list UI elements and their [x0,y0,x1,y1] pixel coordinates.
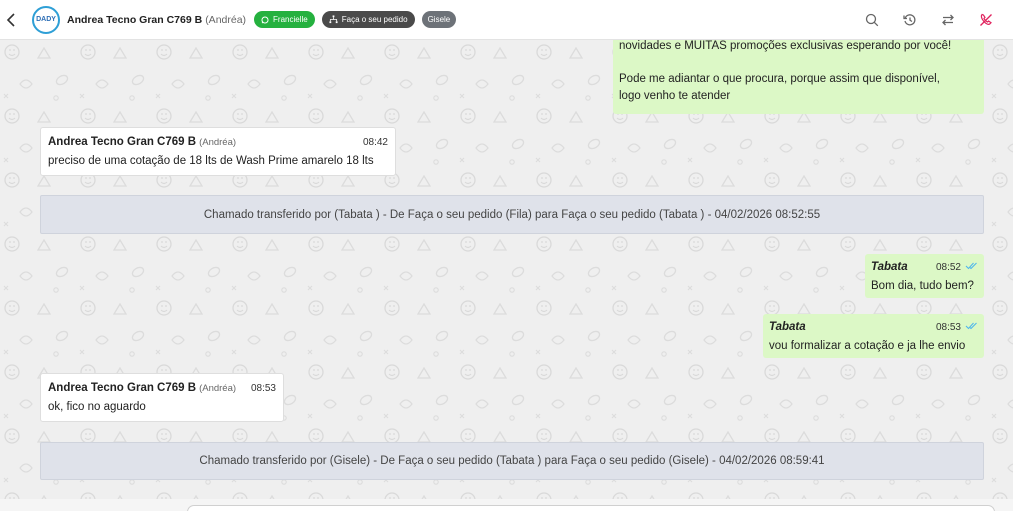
search-icon [865,13,879,27]
message-bubble-incoming[interactable]: Andrea Tecno Gran C769 B (Andréa) 08:42 … [40,127,396,176]
message-time: 08:52 [935,262,961,273]
tag-queue[interactable]: Faça o seu pedido [321,11,415,28]
back-icon [6,12,15,27]
avatar-logo: DADY [36,16,56,23]
double-check-icon [965,262,977,270]
transfer-icon [942,14,954,26]
end-chat-button[interactable] [967,0,1005,40]
chat-header: DADY Andrea Tecno Gran C769 B (Andréa) F… [0,0,1013,40]
back-button[interactable] [0,0,22,40]
sitemap-icon [329,15,338,24]
message-text: Pode me adiantar o que procura, porque a… [619,73,940,85]
search-button[interactable] [853,0,891,40]
message-sender-nickname: (Andréa) [199,137,237,148]
message-bubble-incoming[interactable]: Andrea Tecno Gran C769 B (Andréa) 08:53 … [40,373,284,422]
contact-name: Andrea Tecno Gran C769 B [67,13,203,26]
message-text: ok, fico no aguardo [48,401,146,413]
message-time: 08:42 [362,137,388,148]
message-bubble-outgoing[interactable]: Tabata 08:52 Bom dia, tudo bem? [865,254,984,298]
message-text: logo venho te atender [619,90,731,102]
message-time: 08:53 [250,383,276,394]
message-sender: Andrea Tecno Gran C769 B [48,382,197,394]
system-message-text: Chamado transferido por (Tabata ) - De F… [203,208,821,221]
system-transfer-notice: Chamado transferido por (Gisele) - De Fa… [40,442,984,480]
chat-area[interactable]: novidades e MUITAS promoções exclusivas … [0,40,1013,499]
message-text: Bom dia, tudo bem? [871,280,974,292]
tag-queue-label: Faça o seu pedido [341,15,408,24]
message-text: preciso de uma cotação de 18 lts de Wash… [48,155,374,167]
message-sender: Tabata [769,321,806,333]
double-check-icon [965,322,977,330]
message-bubble-outgoing[interactable]: Tabata 08:53 vou formalizar a cotação e … [763,314,984,358]
message-bubble-outgoing[interactable]: novidades e MUITAS promoções exclusivas … [613,40,984,114]
header-actions [853,0,1013,40]
contact-nickname: (Andréa) [205,13,247,26]
tag-agent[interactable]: Francielle [254,11,315,28]
message-input[interactable] [187,505,995,511]
transfer-button[interactable] [929,0,967,40]
message-time: 08:53 [935,322,961,333]
message-sender: Tabata [871,261,908,273]
whatsapp-icon [261,15,269,24]
tag-agent-label: Francielle [273,15,308,24]
system-message-text: Chamado transferido por (Gisele) - De Fa… [199,455,825,467]
history-button[interactable] [891,0,929,40]
tag-user-label: Gisele [427,15,451,24]
end-chat-icon [980,13,992,26]
tag-user[interactable]: Gisele [421,11,457,28]
message-sender-nickname: (Andréa) [199,383,237,394]
history-icon [903,14,916,26]
system-transfer-notice: Chamado transferido por (Tabata ) - De F… [40,195,984,234]
message-text: vou formalizar a cotação e ja lhe envio [769,340,966,352]
message-sender: Andrea Tecno Gran C769 B [48,136,197,148]
avatar[interactable]: DADY [32,5,60,34]
message-text: novidades e MUITAS promoções exclusivas … [619,40,952,52]
